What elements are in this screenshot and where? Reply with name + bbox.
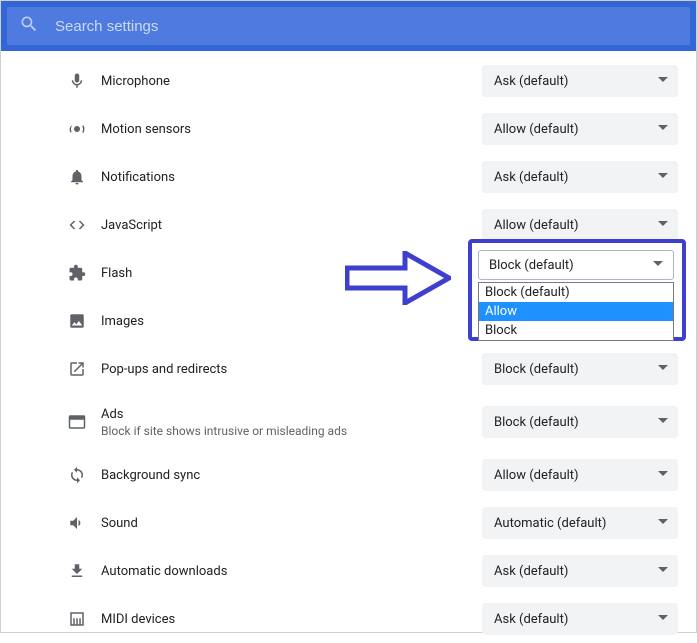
bgsync-value: Allow (default)	[494, 468, 579, 483]
flash-option-block-default[interactable]: Block (default)	[479, 283, 673, 302]
ads-dropdown[interactable]: Block (default)	[482, 406, 678, 438]
download-icon	[67, 561, 87, 581]
row-javascript: JavaScript Allow (default)	[19, 201, 678, 249]
chevron-down-icon	[658, 170, 668, 185]
flash-option-block[interactable]: Block	[479, 321, 673, 340]
motion-sensors-icon	[67, 119, 87, 139]
chevron-down-icon	[658, 362, 668, 377]
row-ads: Ads Block if site shows intrusive or mis…	[19, 393, 678, 451]
flash-label: Flash	[101, 266, 474, 281]
ads-sublabel: Block if site shows intrusive or mislead…	[101, 424, 474, 438]
images-icon	[67, 311, 87, 331]
ads-label: Ads	[101, 407, 474, 422]
row-autodl: Automatic downloads Ask (default)	[19, 547, 678, 595]
midi-value: Ask (default)	[494, 612, 568, 627]
popups-dropdown[interactable]: Block (default)	[482, 353, 678, 385]
microphone-value: Ask (default)	[494, 74, 568, 89]
chevron-down-icon	[658, 122, 668, 137]
sound-value: Automatic (default)	[494, 516, 606, 531]
chevron-down-icon	[653, 258, 663, 273]
sync-icon	[67, 465, 87, 485]
popups-value: Block (default)	[494, 362, 579, 377]
motion-sensors-value: Allow (default)	[494, 122, 579, 137]
chevron-down-icon	[658, 218, 668, 233]
flash-dropdown-open: Block (default) Block (default) Allow Bl…	[478, 250, 674, 341]
search-bar	[1, 1, 696, 51]
ads-value: Block (default)	[494, 415, 579, 430]
microphone-dropdown[interactable]: Ask (default)	[482, 65, 678, 97]
search-field[interactable]	[7, 7, 690, 45]
javascript-value: Allow (default)	[494, 218, 579, 233]
search-icon	[19, 14, 39, 38]
sound-label: Sound	[101, 516, 474, 531]
images-label: Images	[101, 314, 474, 329]
row-popups: Pop-ups and redirects Block (default)	[19, 345, 678, 393]
notifications-dropdown[interactable]: Ask (default)	[482, 161, 678, 193]
microphone-label: Microphone	[101, 74, 474, 89]
ads-icon	[67, 412, 87, 432]
sound-icon	[67, 513, 87, 533]
javascript-icon	[67, 215, 87, 235]
flash-value: Block (default)	[489, 258, 574, 273]
autodl-label: Automatic downloads	[101, 564, 474, 579]
sound-dropdown[interactable]: Automatic (default)	[482, 507, 678, 539]
midi-label: MIDI devices	[101, 612, 474, 627]
settings-list: Microphone Ask (default) Motion sensors …	[1, 51, 696, 643]
flash-option-allow[interactable]: Allow	[479, 302, 673, 321]
chevron-down-icon	[658, 516, 668, 531]
bgsync-dropdown[interactable]: Allow (default)	[482, 459, 678, 491]
flash-dropdown[interactable]: Block (default)	[478, 250, 674, 280]
chevron-down-icon	[658, 468, 668, 483]
flash-dropdown-list: Block (default) Allow Block	[478, 282, 674, 341]
autodl-dropdown[interactable]: Ask (default)	[482, 555, 678, 587]
popups-icon	[67, 359, 87, 379]
row-notifications: Notifications Ask (default)	[19, 153, 678, 201]
javascript-label: JavaScript	[101, 218, 474, 233]
motion-sensors-dropdown[interactable]: Allow (default)	[482, 113, 678, 145]
midi-icon	[67, 609, 87, 629]
chevron-down-icon	[658, 74, 668, 89]
row-bgsync: Background sync Allow (default)	[19, 451, 678, 499]
notifications-value: Ask (default)	[494, 170, 568, 185]
notifications-label: Notifications	[101, 170, 474, 185]
row-midi: MIDI devices Ask (default)	[19, 595, 678, 643]
popups-label: Pop-ups and redirects	[101, 362, 474, 377]
row-motion-sensors: Motion sensors Allow (default)	[19, 105, 678, 153]
motion-sensors-label: Motion sensors	[101, 122, 474, 137]
notifications-icon	[67, 167, 87, 187]
javascript-dropdown[interactable]: Allow (default)	[482, 209, 678, 241]
chevron-down-icon	[658, 612, 668, 627]
flash-icon	[67, 263, 87, 283]
bgsync-label: Background sync	[101, 468, 474, 483]
row-microphone: Microphone Ask (default)	[19, 57, 678, 105]
search-input[interactable]	[55, 18, 678, 35]
autodl-value: Ask (default)	[494, 564, 568, 579]
chevron-down-icon	[658, 415, 668, 430]
chevron-down-icon	[658, 564, 668, 579]
midi-dropdown[interactable]: Ask (default)	[482, 603, 678, 635]
microphone-icon	[67, 71, 87, 91]
row-sound: Sound Automatic (default)	[19, 499, 678, 547]
